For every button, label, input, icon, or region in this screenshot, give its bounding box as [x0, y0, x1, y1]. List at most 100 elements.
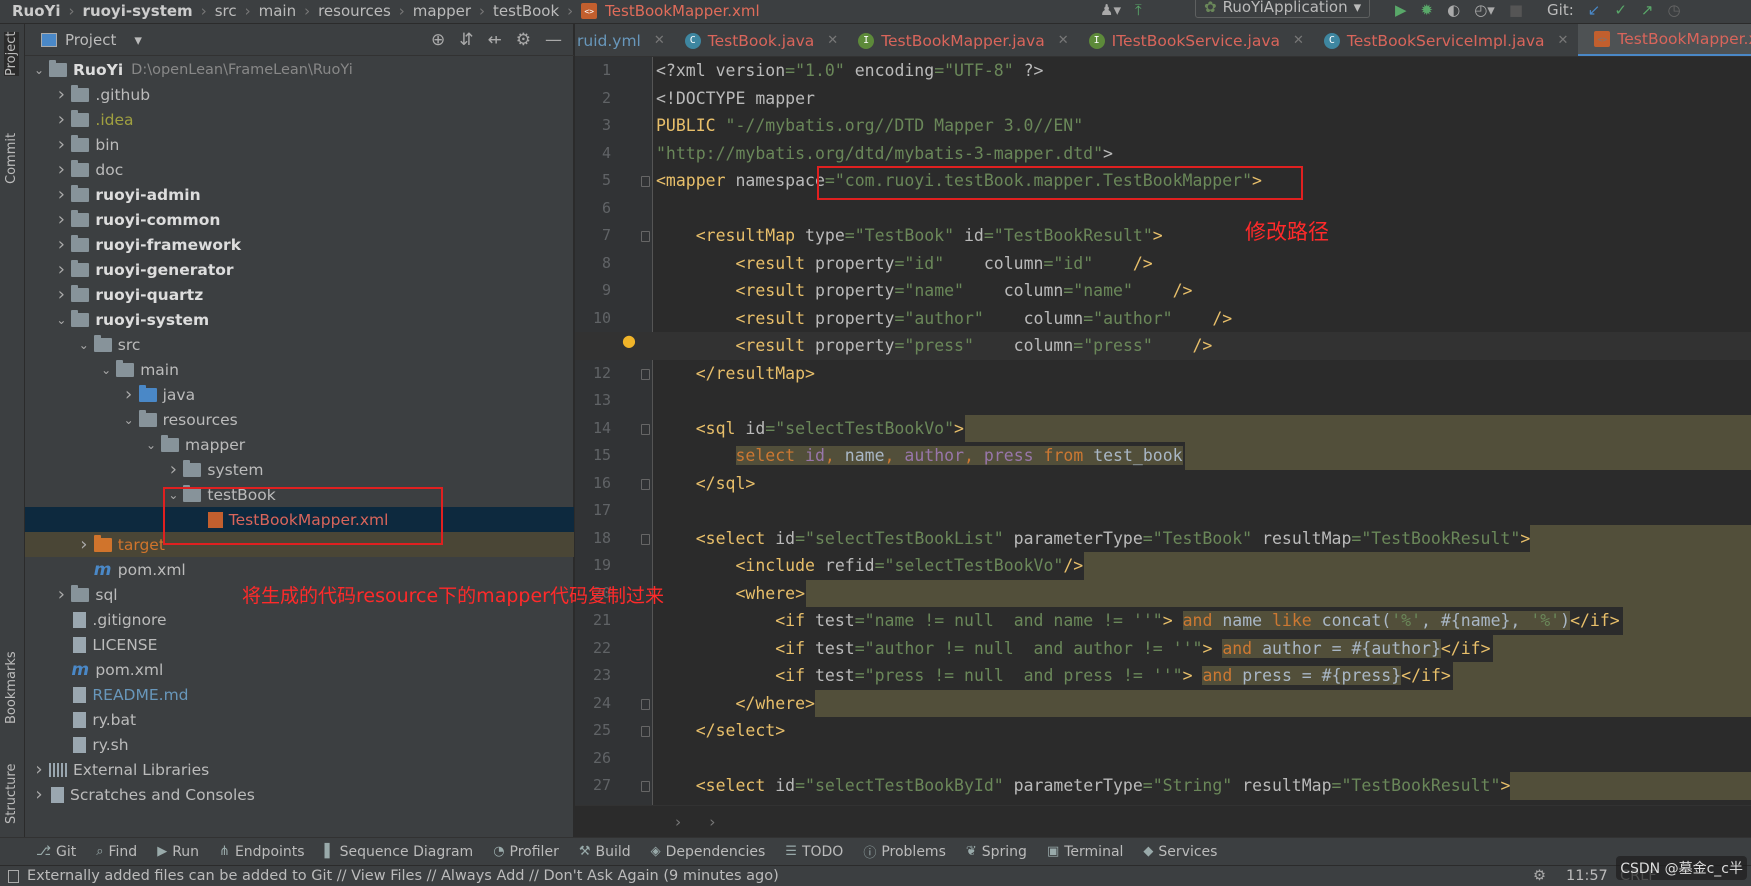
- breadcrumb-item[interactable]: main: [259, 2, 296, 20]
- history-icon[interactable]: ◷: [1668, 1, 1681, 19]
- tree-item[interactable]: .gitignore: [25, 607, 574, 632]
- toolwindow-problems[interactable]: ⓘ Problems: [863, 842, 946, 862]
- project-view-title[interactable]: Project: [65, 31, 116, 49]
- tree-item[interactable]: › ruoyi-admin: [25, 182, 574, 207]
- git-update-icon[interactable]: ↙: [1588, 1, 1601, 19]
- breadcrumb-item[interactable]: mapper: [413, 2, 471, 20]
- event-log-icon[interactable]: [8, 869, 19, 883]
- tree-item[interactable]: › system: [25, 457, 574, 482]
- chevron-right-icon[interactable]: ›: [53, 259, 69, 280]
- tree-item[interactable]: › Scratches and Consoles: [25, 782, 574, 807]
- toolwindow-terminal[interactable]: ▣ Terminal: [1047, 844, 1123, 860]
- structure-tool-button[interactable]: Structure: [4, 764, 19, 824]
- tree-item[interactable]: ⌄ resources: [25, 407, 574, 432]
- tree-item[interactable]: › .idea: [25, 107, 574, 132]
- close-icon[interactable]: ✕: [654, 33, 665, 48]
- tree-item[interactable]: ⌄ RuoYi D:\openLean\FrameLean\RuoYi: [25, 57, 574, 82]
- toolwindow-todo[interactable]: ☰ TODO: [785, 844, 843, 860]
- gear-icon[interactable]: ⚙: [516, 30, 531, 50]
- toolwindow-git[interactable]: ⎇ Git: [36, 844, 76, 860]
- breadcrumb-item[interactable]: src: [215, 2, 237, 20]
- commit-tool-button[interactable]: Commit: [4, 133, 19, 184]
- build-hammer-icon[interactable]: ⤒: [1135, 1, 1142, 19]
- tree-item[interactable]: › ruoyi-framework: [25, 232, 574, 257]
- hide-icon[interactable]: —: [545, 30, 562, 50]
- tree-item[interactable]: › ruoyi-quartz: [25, 282, 574, 307]
- tree-item[interactable]: LICENSE: [25, 632, 574, 657]
- tree-item[interactable]: m pom.xml: [25, 657, 574, 682]
- toolwindow-spring[interactable]: ❦ Spring: [966, 844, 1027, 860]
- tree-item[interactable]: m pom.xml: [25, 557, 574, 582]
- chevron-right-icon[interactable]: ›: [53, 184, 69, 205]
- chevron-right-icon[interactable]: ›: [53, 234, 69, 255]
- toolwindow-profiler[interactable]: ◔ Profiler: [493, 844, 559, 860]
- toolwindow-services[interactable]: ◆ Services: [1143, 844, 1217, 860]
- close-icon[interactable]: ✕: [1558, 33, 1569, 48]
- chevron-down-icon[interactable]: ⌄: [121, 413, 137, 427]
- tab-testbookmapper-xml[interactable]: <>TestBookMapper.xml✕: [1578, 24, 1751, 56]
- tree-item[interactable]: ⌄ main: [25, 357, 574, 382]
- chevron-right-icon[interactable]: ›: [53, 159, 69, 180]
- tree-item[interactable]: ⌄ mapper: [25, 432, 574, 457]
- close-icon[interactable]: ✕: [1293, 33, 1304, 48]
- tree-item[interactable]: › External Libraries: [25, 757, 574, 782]
- chevron-down-icon[interactable]: ⌄: [98, 363, 114, 377]
- tree-item[interactable]: › ruoyi-common: [25, 207, 574, 232]
- toolwindow-run[interactable]: ▶ Run: [157, 844, 199, 860]
- tree-item[interactable]: › .github: [25, 82, 574, 107]
- expand-all-icon[interactable]: ⇵: [459, 30, 473, 50]
- tree-item[interactable]: › java: [25, 382, 574, 407]
- chevron-right-icon[interactable]: ›: [53, 284, 69, 305]
- breadcrumb-item[interactable]: testBook: [493, 2, 559, 20]
- tab-testbookmapper-java[interactable]: I TestBookMapper.java ✕: [848, 24, 1078, 56]
- chevron-right-icon[interactable]: ›: [53, 584, 69, 605]
- debug-icon[interactable]: ✹: [1421, 1, 1434, 19]
- tree-item[interactable]: ⌄ src: [25, 332, 574, 357]
- tree-item[interactable]: ⌄ ruoyi-system: [25, 307, 574, 332]
- chevron-right-icon[interactable]: ›: [76, 534, 92, 555]
- breadcrumb-item[interactable]: RuoYi: [12, 2, 61, 20]
- chevron-right-icon[interactable]: ›: [31, 759, 47, 780]
- chevron-right-icon[interactable]: ›: [121, 384, 137, 405]
- tab-itestbookservice-java[interactable]: I ITestBookService.java ✕: [1079, 24, 1314, 56]
- run-icon[interactable]: ▶: [1395, 1, 1407, 19]
- chevron-down-icon[interactable]: ⌄: [76, 338, 92, 352]
- breadcrumb-item[interactable]: TestBookMapper.xml: [605, 2, 760, 20]
- project-tool-button[interactable]: Project: [4, 31, 19, 76]
- tree-item[interactable]: README.md: [25, 682, 574, 707]
- close-icon[interactable]: ✕: [827, 33, 838, 48]
- chevron-right-icon[interactable]: ›: [53, 84, 69, 105]
- toolwindow-build[interactable]: ⚒ Build: [579, 844, 631, 860]
- chevron-down-icon[interactable]: ▾: [134, 31, 142, 49]
- stop-icon[interactable]: ■: [1509, 1, 1523, 19]
- profile-icon[interactable]: ◴▾: [1474, 1, 1495, 19]
- chevron-down-icon[interactable]: ⌄: [53, 313, 69, 327]
- chevron-down-icon[interactable]: ⌄: [143, 438, 159, 452]
- chevron-right-icon[interactable]: ›: [31, 784, 47, 805]
- breadcrumb-item[interactable]: resources: [318, 2, 391, 20]
- tab-testbookserviceimpl-java[interactable]: C TestBookServiceImpl.java ✕: [1314, 24, 1579, 56]
- cursor-position[interactable]: 11:57: [1566, 868, 1608, 884]
- tab-ruid-yml[interactable]: ruid.yml ✕: [575, 24, 675, 56]
- chevron-right-icon[interactable]: ›: [53, 209, 69, 230]
- chevron-right-icon[interactable]: ›: [53, 134, 69, 155]
- chevron-right-icon[interactable]: ›: [165, 459, 181, 480]
- tab-testbook-java[interactable]: C TestBook.java ✕: [675, 24, 848, 56]
- toolwindow-endpoints[interactable]: ⋔ Endpoints: [219, 844, 305, 860]
- toolwindow-sequence-diagram[interactable]: ▌ Sequence Diagram: [325, 844, 474, 860]
- git-push-icon[interactable]: ↗: [1641, 1, 1654, 19]
- status-message[interactable]: Externally added files can be added to G…: [27, 868, 779, 884]
- user-icon[interactable]: ♟▾: [1100, 1, 1121, 19]
- toolwindow-dependencies[interactable]: ◈ Dependencies: [651, 844, 766, 860]
- git-commit-icon[interactable]: ✓: [1614, 1, 1627, 19]
- tree-item[interactable]: ry.sh: [25, 732, 574, 757]
- chevron-right-icon[interactable]: ›: [53, 109, 69, 130]
- bookmarks-tool-button[interactable]: Bookmarks: [4, 651, 19, 724]
- breadcrumb-item[interactable]: ruoyi-system: [83, 2, 193, 20]
- chevron-down-icon[interactable]: ⌄: [31, 63, 47, 77]
- tree-item[interactable]: ry.bat: [25, 707, 574, 732]
- toolwindow-find[interactable]: ⌕ Find: [96, 844, 137, 860]
- locate-icon[interactable]: ⊕: [431, 30, 445, 50]
- tree-item[interactable]: › ruoyi-generator: [25, 257, 574, 282]
- collapse-all-icon[interactable]: ⇷: [488, 30, 502, 50]
